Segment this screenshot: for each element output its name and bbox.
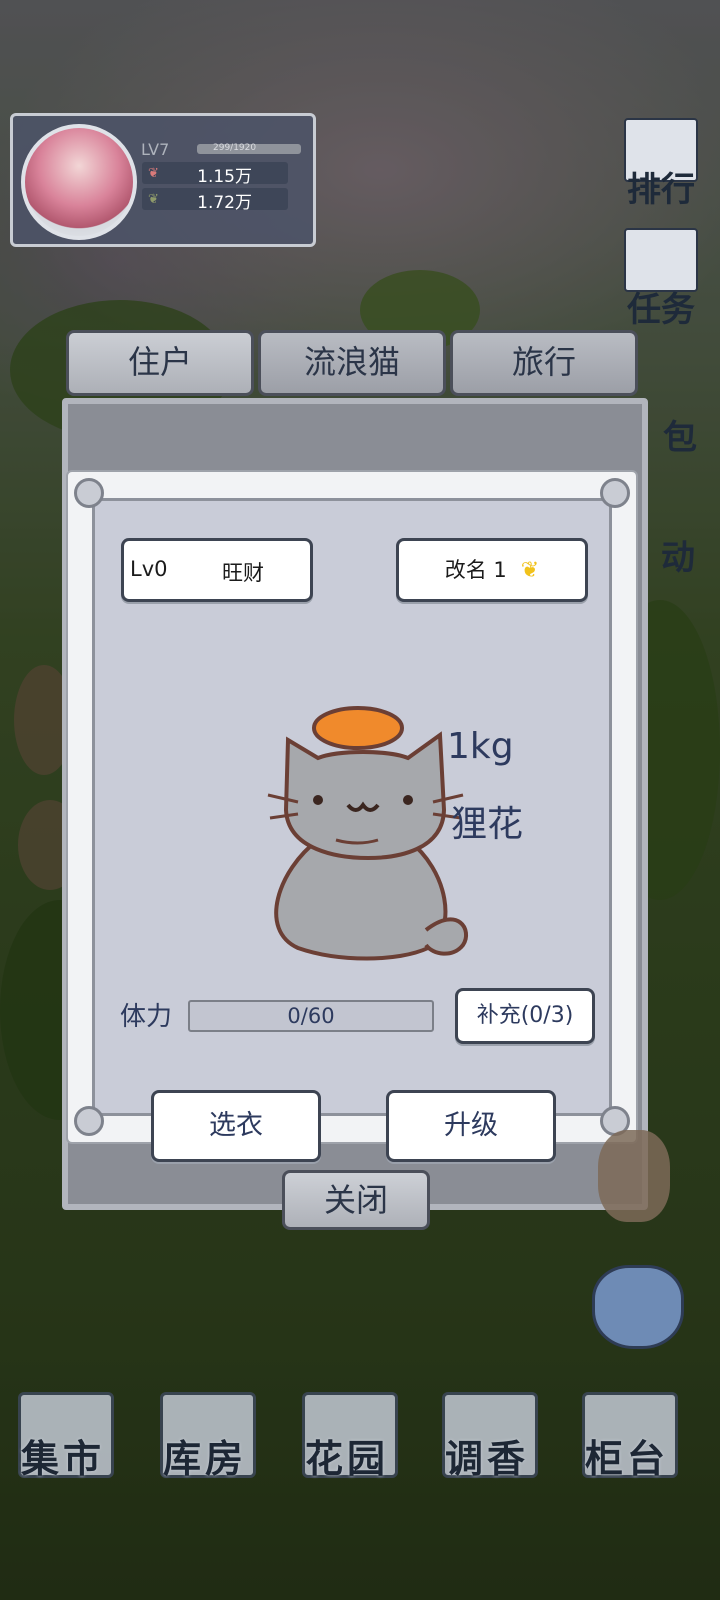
tab-stray-cats[interactable]: 流浪猫 <box>258 330 446 396</box>
rename-button[interactable]: 改名 1 ❦ <box>396 538 588 602</box>
refill-stamina-button[interactable]: 补充(0/3) <box>455 988 595 1044</box>
petal-icon: ❦ <box>148 166 159 181</box>
nav-counter[interactable]: 柜台 <box>572 1392 682 1492</box>
player-card[interactable]: LV7 299/1920 ❦ 1.15万 ❦ 1.72万 <box>10 113 316 247</box>
cat-level: Lv0 <box>130 557 168 581</box>
currency-leaf: ❦ 1.72万 <box>142 188 288 213</box>
shovel-icon[interactable] <box>598 1130 670 1222</box>
player-level: LV7 <box>141 140 170 159</box>
leaf-icon: ❦ <box>148 192 159 207</box>
tab-residents[interactable]: 住户 <box>66 330 254 396</box>
frame-corner <box>74 1106 104 1136</box>
cat-weight: 1kg <box>447 726 514 767</box>
lucky-bag-icon[interactable] <box>592 1265 684 1349</box>
stamina-bar: 0/60 <box>188 1000 434 1032</box>
cat-level-name-badge: Lv0 旺财 <box>121 538 313 602</box>
close-button[interactable]: 关闭 <box>282 1170 430 1230</box>
side-menu-tasks[interactable]: 任务 <box>616 228 706 341</box>
side-menu-ranking[interactable]: 排行 <box>616 118 706 231</box>
side-menu-bag[interactable]: 包 <box>650 360 710 458</box>
frame-corner <box>74 478 104 508</box>
nav-market[interactable]: 集市 <box>8 1392 118 1492</box>
upgrade-button[interactable]: 升级 <box>386 1090 556 1162</box>
cat-name: 旺财 <box>222 561 264 585</box>
tab-travel[interactable]: 旅行 <box>450 330 638 396</box>
tasks-icon <box>624 228 698 292</box>
cat-illustration[interactable] <box>258 700 478 962</box>
frame-corner <box>600 478 630 508</box>
cat-breed: 狸花 <box>451 804 524 845</box>
nav-garden[interactable]: 花园 <box>292 1392 402 1492</box>
nav-perfume[interactable]: 调香 <box>432 1392 542 1492</box>
nav-warehouse[interactable]: 库房 <box>150 1392 260 1492</box>
gold-coin-icon: ❦ <box>520 558 540 583</box>
xp-text: 299/1920 <box>213 143 257 153</box>
stamina-text: 0/60 <box>287 1004 335 1028</box>
player-avatar[interactable] <box>21 124 137 240</box>
side-menu-event[interactable]: 动 <box>648 470 708 578</box>
choose-outfit-button[interactable]: 选衣 <box>151 1090 321 1162</box>
stamina-label: 体力 <box>120 1002 173 1032</box>
currency-petal: ❦ 1.15万 <box>142 162 288 187</box>
